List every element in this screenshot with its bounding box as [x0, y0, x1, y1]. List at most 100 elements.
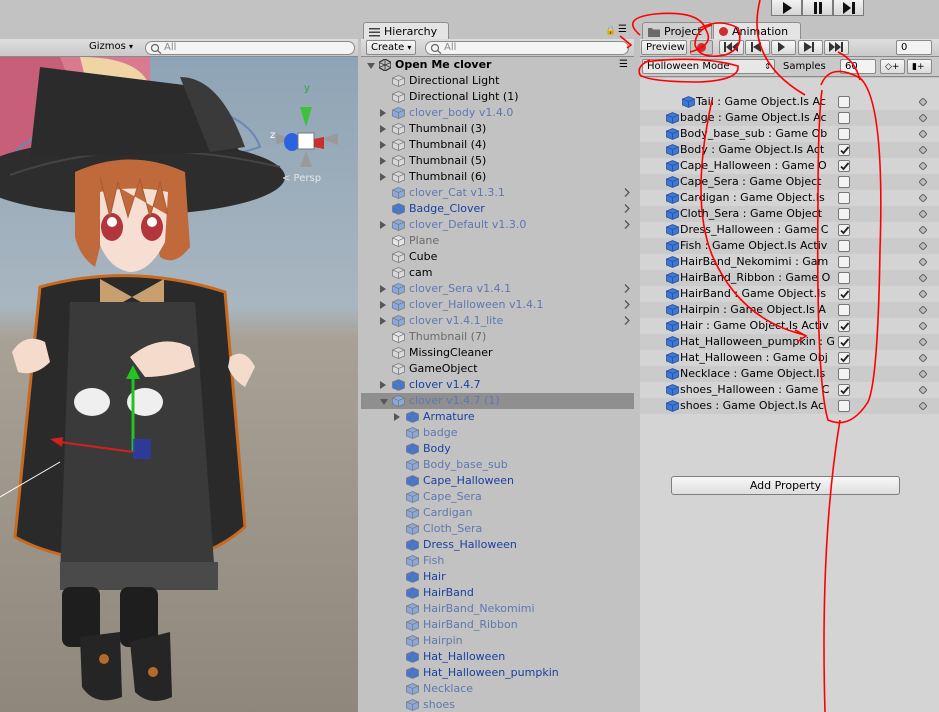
- hierarchy-row[interactable]: Necklace: [361, 681, 634, 697]
- add-keyframe-button[interactable]: ◇+: [880, 59, 905, 74]
- property-checkbox-checked[interactable]: [838, 352, 850, 364]
- step-button[interactable]: [833, 0, 864, 16]
- create-button[interactable]: Create ▾: [366, 40, 417, 55]
- hierarchy-row[interactable]: Hat_Halloween_pumpkin: [361, 665, 634, 681]
- hierarchy-row[interactable]: Body: [361, 441, 634, 457]
- property-row[interactable]: Cloth_Sera : Game Object: [640, 206, 939, 222]
- expand-arrow-icon[interactable]: [380, 381, 386, 389]
- expand-arrow-icon[interactable]: [380, 317, 386, 325]
- clip-dropdown[interactable]: Holloween Mode ⇕: [642, 59, 775, 74]
- record-button[interactable]: [690, 40, 713, 55]
- keyframe-diamond-icon[interactable]: [919, 194, 927, 202]
- hierarchy-row[interactable]: Hair: [361, 569, 634, 585]
- property-row[interactable]: Cardigan : Game Object.Is: [640, 190, 939, 206]
- expand-arrow-icon[interactable]: [394, 413, 400, 421]
- property-row[interactable]: Fish : Game Object.Is Activ: [640, 238, 939, 254]
- tab-hierarchy[interactable]: Hierarchy: [363, 22, 449, 40]
- panel-menu-icon[interactable]: ☰: [618, 24, 627, 35]
- expand-arrow-icon[interactable]: [380, 173, 386, 181]
- property-row[interactable]: badge : Game Object.Is Ac: [640, 110, 939, 126]
- hierarchy-row[interactable]: clover_Cat v1.3.1: [361, 185, 634, 201]
- hierarchy-row[interactable]: clover v1.4.7 (1): [361, 393, 634, 409]
- property-row[interactable]: Hat_Halloween_pumpkin : G: [640, 334, 939, 350]
- property-checkbox-checked[interactable]: [838, 384, 850, 396]
- tab-project[interactable]: Project: [642, 22, 712, 40]
- property-checkbox[interactable]: [838, 272, 850, 284]
- hierarchy-row[interactable]: clover_Halloween v1.4.1: [361, 297, 634, 313]
- hierarchy-row[interactable]: Directional Light (1): [361, 89, 634, 105]
- keyframe-diamond-icon[interactable]: [919, 306, 927, 314]
- property-row[interactable]: Cape_Halloween : Game O: [640, 158, 939, 174]
- property-checkbox[interactable]: [838, 400, 850, 412]
- chevron-right-icon[interactable]: [624, 220, 630, 229]
- expand-arrow-icon[interactable]: [380, 221, 386, 229]
- hierarchy-row[interactable]: Body_base_sub: [361, 457, 634, 473]
- hierarchy-row[interactable]: Thumbnail (6): [361, 169, 634, 185]
- keyframe-diamond-icon[interactable]: [919, 354, 927, 362]
- prev-key-button[interactable]: [745, 40, 770, 55]
- lock-icon[interactable]: 🔒: [605, 26, 616, 36]
- property-row[interactable]: Body : Game Object.Is Act: [640, 142, 939, 158]
- keyframe-diamond-icon[interactable]: [919, 370, 927, 378]
- keyframe-diamond-icon[interactable]: [919, 226, 927, 234]
- property-checkbox-checked[interactable]: [838, 336, 850, 348]
- hierarchy-row[interactable]: Cape_Sera: [361, 489, 634, 505]
- keyframe-diamond-icon[interactable]: [919, 210, 927, 218]
- keyframe-diamond-icon[interactable]: [919, 290, 927, 298]
- hierarchy-row[interactable]: Thumbnail (4): [361, 137, 634, 153]
- hierarchy-row[interactable]: Cloth_Sera: [361, 521, 634, 537]
- expand-arrow-icon[interactable]: [380, 141, 386, 149]
- hierarchy-row[interactable]: Armature: [361, 409, 634, 425]
- hierarchy-row[interactable]: badge: [361, 425, 634, 441]
- samples-field[interactable]: 60: [840, 59, 876, 74]
- property-checkbox[interactable]: [838, 96, 850, 108]
- hierarchy-row[interactable]: Cardigan: [361, 505, 634, 521]
- property-row[interactable]: Tail : Game Object.Is Ac: [640, 94, 939, 110]
- hierarchy-row[interactable]: Hairpin: [361, 633, 634, 649]
- property-checkbox[interactable]: [838, 368, 850, 380]
- property-checkbox[interactable]: [838, 128, 850, 140]
- expand-arrow-icon[interactable]: [380, 399, 388, 405]
- property-checkbox[interactable]: [838, 208, 850, 220]
- preview-button[interactable]: Preview: [641, 40, 687, 55]
- add-property-button[interactable]: Add Property: [671, 476, 900, 495]
- property-checkbox[interactable]: [838, 304, 850, 316]
- hierarchy-row[interactable]: Plane: [361, 233, 634, 249]
- expand-arrow-icon[interactable]: [380, 285, 386, 293]
- hierarchy-row[interactable]: clover v1.4.7: [361, 377, 634, 393]
- property-row[interactable]: HairBand_Ribbon : Game O: [640, 270, 939, 286]
- property-row[interactable]: Necklace : Game Object.Is: [640, 366, 939, 382]
- hierarchy-row[interactable]: Badge_Clover: [361, 201, 634, 217]
- chevron-right-icon[interactable]: [624, 188, 630, 197]
- persp-label[interactable]: < Persp: [282, 173, 321, 184]
- expand-arrow-icon[interactable]: [380, 157, 386, 165]
- property-checkbox[interactable]: [838, 176, 850, 188]
- hierarchy-search-input[interactable]: All: [425, 41, 629, 55]
- property-checkbox-checked[interactable]: [838, 144, 850, 156]
- keyframe-diamond-icon[interactable]: [919, 98, 927, 106]
- property-row[interactable]: Hair : Game Object.Is Activ: [640, 318, 939, 334]
- hierarchy-row[interactable]: Thumbnail (3): [361, 121, 634, 137]
- gizmos-dropdown[interactable]: Gizmos ▾: [89, 41, 133, 52]
- keyframe-diamond-icon[interactable]: [919, 114, 927, 122]
- property-row[interactable]: Cape_Sera : Game Object: [640, 174, 939, 190]
- add-event-button[interactable]: ▮+: [907, 59, 932, 74]
- hierarchy-row[interactable]: Cape_Halloween: [361, 473, 634, 489]
- hierarchy-row[interactable]: clover_body v1.4.0: [361, 105, 634, 121]
- property-checkbox[interactable]: [838, 192, 850, 204]
- keyframe-diamond-icon[interactable]: [919, 178, 927, 186]
- last-key-button[interactable]: [824, 40, 849, 55]
- tab-animation[interactable]: Animation: [713, 22, 801, 40]
- hierarchy-row[interactable]: HairBand_Ribbon: [361, 617, 634, 633]
- expand-arrow-icon[interactable]: [380, 301, 386, 309]
- hierarchy-row[interactable]: MissingCleaner: [361, 345, 634, 361]
- next-key-button[interactable]: [798, 40, 823, 55]
- property-row[interactable]: HairBand : Game Object.Is: [640, 286, 939, 302]
- keyframe-diamond-icon[interactable]: [919, 274, 927, 282]
- property-row[interactable]: Dress_Halloween : Game C: [640, 222, 939, 238]
- anim-play-button[interactable]: [771, 40, 796, 55]
- property-row[interactable]: Hairpin : Game Object.Is A: [640, 302, 939, 318]
- property-checkbox-checked[interactable]: [838, 288, 850, 300]
- hierarchy-row[interactable]: clover v1.4.1_lite: [361, 313, 634, 329]
- property-checkbox[interactable]: [838, 256, 850, 268]
